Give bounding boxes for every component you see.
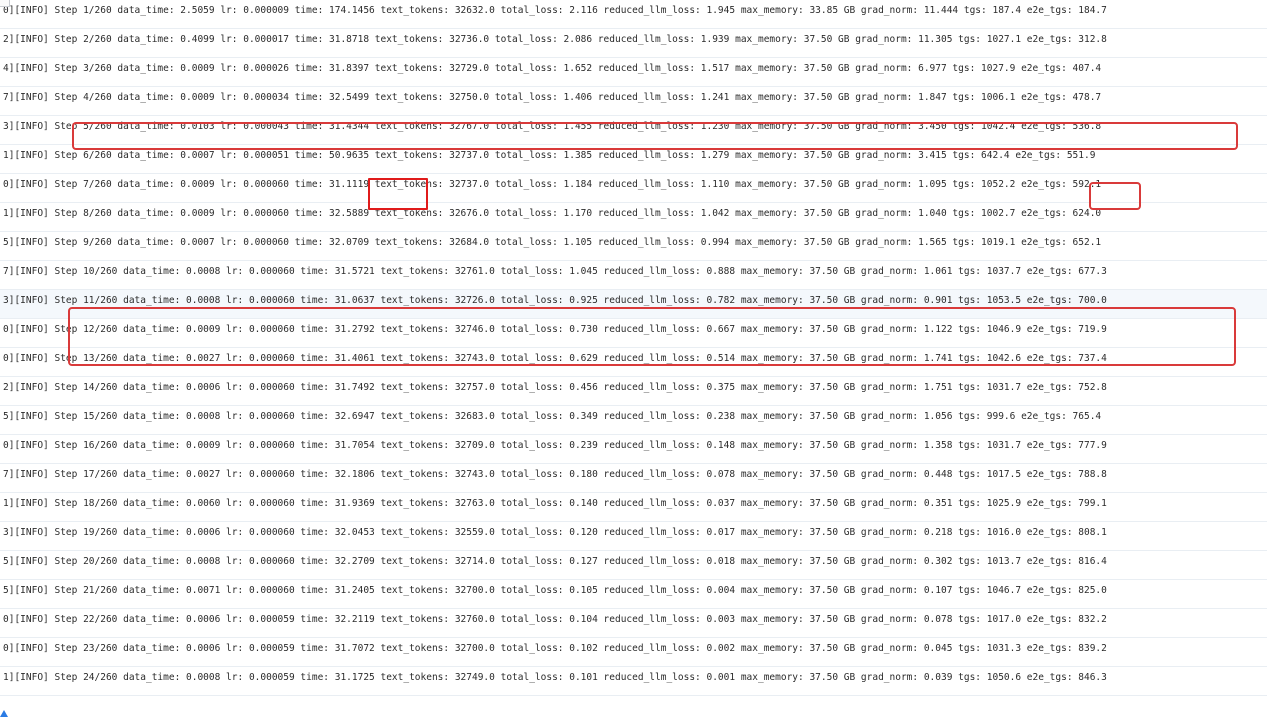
log-line-text: 5][INFO] Step 9/260 data_time: 0.0007 lr… [3, 237, 1102, 248]
log-line: 0][INFO] Step 7/260 data_time: 0.0009 lr… [0, 174, 1267, 203]
log-line-text: 5][INFO] Step 15/260 data_time: 0.0008 l… [3, 411, 1102, 422]
log-line-text: 1][INFO] Step 6/260 data_time: 0.0007 lr… [3, 150, 1096, 161]
log-line-text: 3][INFO] Step 19/260 data_time: 0.0006 l… [3, 527, 1107, 538]
log-line-text: 2][INFO] Step 14/260 data_time: 0.0006 l… [3, 382, 1107, 393]
log-line: 1][INFO] Step 8/260 data_time: 0.0009 lr… [0, 203, 1267, 232]
log-line: 0][INFO] Step 23/260 data_time: 0.0006 l… [0, 638, 1267, 667]
log-line-text: 0][INFO] Step 23/260 data_time: 0.0006 l… [3, 643, 1107, 654]
log-viewer: 0][INFO] Step 1/260 data_time: 2.5059 lr… [0, 0, 1267, 721]
log-line-text: 1][INFO] Step 8/260 data_time: 0.0009 lr… [3, 208, 1102, 219]
log-line: 7][INFO] Step 17/260 data_time: 0.0027 l… [0, 464, 1267, 493]
log-line: 3][INFO] Step 11/260 data_time: 0.0008 l… [0, 290, 1267, 319]
log-line-text: 7][INFO] Step 10/260 data_time: 0.0008 l… [3, 266, 1107, 277]
log-line-text: 4][INFO] Step 3/260 data_time: 0.0009 lr… [3, 63, 1102, 74]
log-line: 5][INFO] Step 15/260 data_time: 0.0008 l… [0, 406, 1267, 435]
log-line-text: 3][INFO] Step 5/260 data_time: 0.0103 lr… [3, 121, 1102, 132]
log-line-text: 5][INFO] Step 21/260 data_time: 0.0071 l… [3, 585, 1107, 596]
log-line: 0][INFO] Step 1/260 data_time: 2.5059 lr… [0, 0, 1267, 29]
log-line: 1][INFO] Step 18/260 data_time: 0.0060 l… [0, 493, 1267, 522]
log-line: 7][INFO] Step 4/260 data_time: 0.0009 lr… [0, 87, 1267, 116]
scroll-arrow-icon[interactable] [0, 710, 8, 717]
log-line: 5][INFO] Step 9/260 data_time: 0.0007 lr… [0, 232, 1267, 261]
log-line: 3][INFO] Step 19/260 data_time: 0.0006 l… [0, 522, 1267, 551]
log-line: 0][INFO] Step 12/260 data_time: 0.0009 l… [0, 319, 1267, 348]
log-line-text: 2][INFO] Step 2/260 data_time: 0.4099 lr… [3, 34, 1107, 45]
log-line-text: 1][INFO] Step 24/260 data_time: 0.0008 l… [3, 672, 1107, 683]
log-line: 0][INFO] Step 13/260 data_time: 0.0027 l… [0, 348, 1267, 377]
log-line: 5][INFO] Step 21/260 data_time: 0.0071 l… [0, 580, 1267, 609]
log-line-text: 0][INFO] Step 12/260 data_time: 0.0009 l… [3, 324, 1107, 335]
log-line-text: 5][INFO] Step 20/260 data_time: 0.0008 l… [3, 556, 1107, 567]
log-line: 0][INFO] Step 22/260 data_time: 0.0006 l… [0, 609, 1267, 638]
log-line: 4][INFO] Step 3/260 data_time: 0.0009 lr… [0, 58, 1267, 87]
log-line: 3][INFO] Step 5/260 data_time: 0.0103 lr… [0, 116, 1267, 145]
log-line-text: 0][INFO] Step 1/260 data_time: 2.5059 lr… [3, 5, 1107, 16]
log-line: 2][INFO] Step 2/260 data_time: 0.4099 lr… [0, 29, 1267, 58]
log-line: 2][INFO] Step 14/260 data_time: 0.0006 l… [0, 377, 1267, 406]
log-line-text: 3][INFO] Step 11/260 data_time: 0.0008 l… [3, 295, 1107, 306]
log-line: 1][INFO] Step 6/260 data_time: 0.0007 lr… [0, 145, 1267, 174]
corner-tab-icon [0, 0, 10, 7]
log-line-text: 7][INFO] Step 4/260 data_time: 0.0009 lr… [3, 92, 1102, 103]
log-line-text: 0][INFO] Step 13/260 data_time: 0.0027 l… [3, 353, 1107, 364]
log-line-text: 1][INFO] Step 18/260 data_time: 0.0060 l… [3, 498, 1107, 509]
log-line: 0][INFO] Step 16/260 data_time: 0.0009 l… [0, 435, 1267, 464]
log-line-text: 0][INFO] Step 22/260 data_time: 0.0006 l… [3, 614, 1107, 625]
log-line: 5][INFO] Step 20/260 data_time: 0.0008 l… [0, 551, 1267, 580]
log-line-text: 7][INFO] Step 17/260 data_time: 0.0027 l… [3, 469, 1107, 480]
log-line: 7][INFO] Step 10/260 data_time: 0.0008 l… [0, 261, 1267, 290]
log-line: 1][INFO] Step 24/260 data_time: 0.0008 l… [0, 667, 1267, 696]
log-line-text: 0][INFO] Step 16/260 data_time: 0.0009 l… [3, 440, 1107, 451]
log-line-text: 0][INFO] Step 7/260 data_time: 0.0009 lr… [3, 179, 1102, 190]
